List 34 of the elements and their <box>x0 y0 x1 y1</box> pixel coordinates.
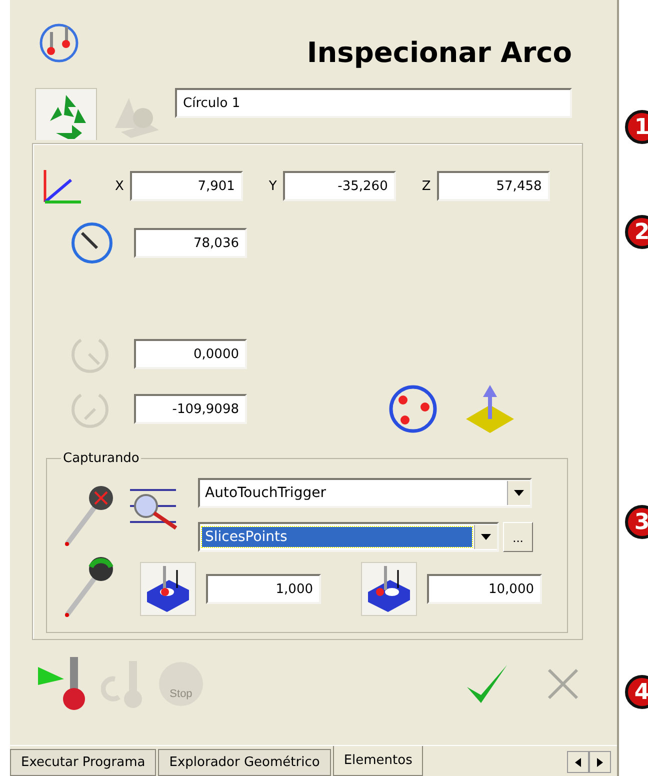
mode-dropdown[interactable]: AutoTouchTrigger <box>198 478 532 508</box>
tab[interactable]: Elementos <box>332 746 424 776</box>
scroll-left-button[interactable] <box>567 751 589 773</box>
tab[interactable]: Explorador Geométrico <box>158 749 331 776</box>
browse-button[interactable]: ... <box>503 522 533 552</box>
caret-icon <box>514 490 524 496</box>
axis-label: X <box>115 178 124 194</box>
plane-normal-icon <box>464 383 516 435</box>
depth-field[interactable]: 1,000 <box>206 574 321 604</box>
callout-marker: 1 <box>625 110 648 144</box>
strategy-dropdown[interactable]: SlicesPoints <box>198 522 499 552</box>
coordinate-field[interactable]: -35,260 <box>282 171 396 201</box>
coordinate-field[interactable]: 57,458 <box>436 171 550 201</box>
depth-button[interactable] <box>140 562 196 616</box>
probe-circle-icon <box>38 22 80 64</box>
dialog-title: Inspecionar Arco <box>306 36 572 71</box>
close-icon <box>546 667 580 701</box>
left-arrow-icon <box>575 758 581 766</box>
callout-marker: 3 <box>625 505 648 539</box>
group-label: Capturando <box>62 451 140 466</box>
clearance-button[interactable] <box>361 562 417 616</box>
coordinate-field[interactable]: 7,901 <box>130 171 243 201</box>
radius-field[interactable]: 78,036 <box>134 228 247 258</box>
axis-label: Z <box>422 178 431 194</box>
callout-marker: 2 <box>625 215 648 249</box>
axis-label: Y <box>268 178 277 194</box>
caret-icon <box>481 534 491 540</box>
right-arrow-icon <box>597 758 603 766</box>
tab[interactable]: Executar Programa <box>10 749 156 776</box>
scroll-right-button[interactable] <box>589 751 611 773</box>
depth-field[interactable]: 10,000 <box>427 574 542 604</box>
circle-points-icon <box>387 383 439 435</box>
name-field[interactable]: Círculo 1 <box>175 88 572 118</box>
recycle-button[interactable] <box>35 88 97 140</box>
